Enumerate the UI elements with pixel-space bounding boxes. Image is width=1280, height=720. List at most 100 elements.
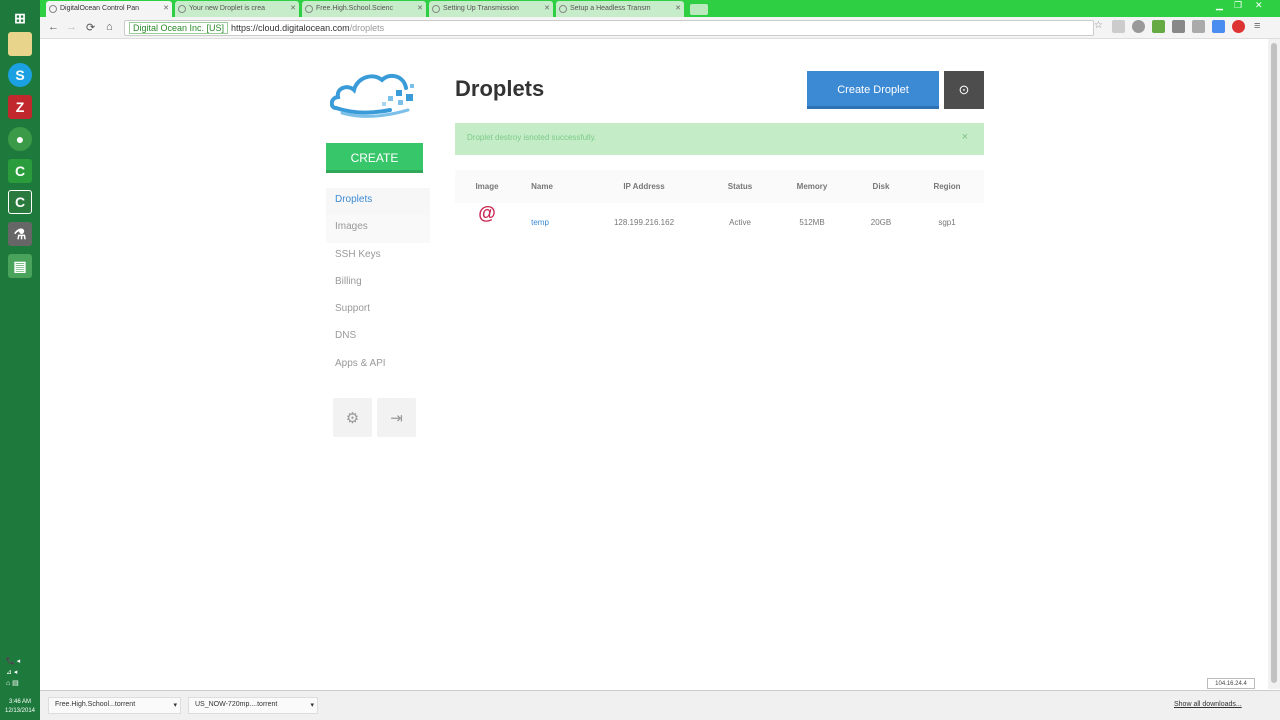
camtasia-recorder-icon[interactable]: C bbox=[8, 190, 32, 214]
header-status[interactable]: Status bbox=[728, 182, 752, 191]
create-button[interactable]: CREATE bbox=[326, 143, 423, 173]
back-icon[interactable]: ← bbox=[48, 21, 59, 33]
tab-headless-transmission[interactable]: Setup a Headless Transm ✕ bbox=[556, 1, 684, 17]
tab-gmail[interactable]: Your new Droplet is crea ✕ bbox=[175, 1, 299, 17]
close-tab-icon[interactable]: ✕ bbox=[417, 4, 423, 12]
menu-icon[interactable]: ≡ bbox=[1254, 20, 1267, 33]
sidebar-item-ssh-keys[interactable]: SSH Keys bbox=[326, 243, 430, 270]
clock: 3:46 AM 12/13/2014 bbox=[0, 698, 40, 716]
chevron-down-icon[interactable]: ▾ bbox=[173, 701, 177, 709]
digitalocean-favicon-icon bbox=[49, 5, 57, 13]
gear-icon: ⚙ bbox=[345, 409, 360, 427]
extension-icon[interactable] bbox=[1232, 20, 1245, 33]
tab-label: DigitalOcean Control Pan bbox=[60, 5, 139, 12]
sidebar-item-support[interactable]: Support bbox=[326, 297, 430, 324]
droplet-ip: 128.199.216.162 bbox=[613, 218, 675, 227]
browser-toolbar: ← → ⟳ ⌂ Digital Ocean Inc. [US] https://c… bbox=[40, 17, 1280, 39]
ev-certificate-badge[interactable]: Digital Ocean Inc. [US] bbox=[129, 22, 229, 34]
minimize-icon[interactable]: ▁ bbox=[1216, 0, 1223, 11]
header-name[interactable]: Name bbox=[531, 182, 553, 191]
extension-icon[interactable] bbox=[1132, 20, 1145, 33]
alert-message: Droplet destroy isnoted successfully. bbox=[467, 133, 597, 142]
droplets-table: Image Name IP Address Status Memory Disk… bbox=[455, 170, 984, 241]
clock-date: 12/13/2014 bbox=[4, 708, 36, 714]
new-tab-button[interactable] bbox=[690, 4, 708, 15]
gmail-favicon-icon bbox=[178, 5, 186, 13]
close-tab-icon[interactable]: ✕ bbox=[544, 4, 550, 12]
close-alert-icon[interactable]: × bbox=[962, 131, 968, 143]
extension-icon[interactable] bbox=[1152, 20, 1165, 33]
sidebar-item-images[interactable]: Images bbox=[326, 215, 430, 243]
create-droplet-button[interactable]: Create Droplet bbox=[807, 71, 939, 109]
extension-icon[interactable] bbox=[1172, 20, 1185, 33]
header-memory[interactable]: Memory bbox=[797, 182, 828, 191]
close-tab-icon[interactable]: ✕ bbox=[290, 4, 296, 12]
download-label: Free.High.School...torrent bbox=[55, 701, 136, 708]
header-ip[interactable]: IP Address bbox=[623, 182, 664, 191]
tab-transmission[interactable]: Setting Up Transmission ✕ bbox=[429, 1, 553, 17]
clock-time: 3:46 AM bbox=[8, 699, 31, 705]
camtasia-icon[interactable]: C bbox=[8, 159, 32, 183]
chrome-icon[interactable]: ● bbox=[8, 127, 32, 151]
digitalocean-logo[interactable] bbox=[329, 68, 420, 125]
droplet-disk: 20GB bbox=[870, 218, 892, 227]
chevron-down-icon[interactable]: ▾ bbox=[310, 701, 314, 709]
sidebar-nav: Droplets Images SSH Keys Billing Support… bbox=[326, 188, 430, 379]
address-bar[interactable]: Digital Ocean Inc. [US] https://cloud.dig… bbox=[124, 20, 1094, 36]
close-window-icon[interactable]: ✕ bbox=[1255, 0, 1263, 11]
explorer-icon[interactable] bbox=[8, 32, 32, 56]
droplet-region: sgp1 bbox=[938, 218, 956, 227]
page-favicon-icon bbox=[559, 5, 567, 13]
help-icon: ⊙ bbox=[958, 82, 970, 97]
download-item[interactable]: US_NOW-720mp....torrent ▾ bbox=[188, 697, 318, 714]
windows-start-icon[interactable]: ⊞ bbox=[8, 6, 32, 30]
forward-icon[interactable]: → bbox=[66, 21, 77, 33]
maximize-icon[interactable]: ❐ bbox=[1234, 0, 1242, 11]
page-favicon-icon bbox=[432, 5, 440, 13]
reload-icon[interactable]: ⟳ bbox=[86, 21, 95, 34]
filezilla-icon[interactable]: Z bbox=[8, 95, 32, 119]
browser-tab-strip: DigitalOcean Control Pan ✕ Your new Dropl… bbox=[40, 0, 1280, 17]
close-tab-icon[interactable]: ✕ bbox=[675, 4, 681, 12]
tab-free-high-school[interactable]: Free.High.School.Scienc ✕ bbox=[302, 1, 426, 17]
sidebar-item-apps-api[interactable]: Apps & API bbox=[326, 352, 430, 379]
header-region[interactable]: Region bbox=[933, 182, 960, 191]
droplet-memory: 512MB bbox=[799, 218, 825, 227]
logout-icon: ⇥ bbox=[390, 409, 403, 427]
show-all-downloads-link[interactable]: Show all downloads... bbox=[1174, 701, 1242, 708]
close-tab-icon[interactable]: ✕ bbox=[163, 4, 169, 12]
sidebar-item-dns[interactable]: DNS bbox=[326, 324, 430, 351]
download-label: US_NOW-720mp....torrent bbox=[195, 701, 278, 708]
extension-icon[interactable] bbox=[1192, 20, 1205, 33]
windows-taskbar: ⊞ S Z ● C C ⚗ ▤ 📞 ◂ ⊿ ◂ ⌂ ▤ 3:46 AM 12/13/2… bbox=[0, 0, 40, 720]
page-scrollbar[interactable] bbox=[1268, 39, 1280, 689]
skype-icon[interactable]: S bbox=[8, 63, 32, 87]
extension-icon[interactable] bbox=[1112, 20, 1125, 33]
page-title: Droplets bbox=[455, 76, 545, 101]
header-image[interactable]: Image bbox=[475, 182, 498, 191]
download-item[interactable]: Free.High.School...torrent ▾ bbox=[48, 697, 181, 714]
debian-icon: @ bbox=[478, 203, 496, 223]
logout-button[interactable]: ⇥ bbox=[377, 398, 416, 437]
status-ip: 104.16.24.4 bbox=[1207, 678, 1255, 689]
extension-icon[interactable] bbox=[1212, 20, 1225, 33]
help-button[interactable]: ⊙ bbox=[944, 71, 984, 109]
url-path: /droplets bbox=[349, 23, 385, 33]
scrollbar-thumb[interactable] bbox=[1271, 43, 1277, 683]
table-row[interactable]: @ temp 128.199.216.162 Active 512MB 20GB… bbox=[455, 203, 984, 241]
sidebar-item-billing[interactable]: Billing bbox=[326, 270, 430, 297]
url-host: https://cloud.digitalocean.com bbox=[231, 23, 350, 33]
app-icon[interactable]: ⚗ bbox=[8, 222, 32, 246]
sidebar-item-droplets[interactable]: Droplets bbox=[326, 188, 430, 216]
tab-label: Setup a Headless Transm bbox=[570, 5, 651, 12]
tab-label: Free.High.School.Scienc bbox=[316, 5, 394, 12]
header-disk[interactable]: Disk bbox=[873, 182, 890, 191]
settings-button[interactable]: ⚙ bbox=[333, 398, 372, 437]
app2-icon[interactable]: ▤ bbox=[8, 254, 32, 278]
success-alert: Droplet destroy isnoted successfully. × bbox=[455, 123, 984, 155]
bookmark-star-icon[interactable]: ☆ bbox=[1094, 20, 1107, 33]
home-icon[interactable]: ⌂ bbox=[106, 21, 113, 33]
droplet-name-link[interactable]: temp bbox=[531, 218, 549, 227]
tab-label: Setting Up Transmission bbox=[443, 5, 519, 12]
tab-digitalocean[interactable]: DigitalOcean Control Pan ✕ bbox=[46, 1, 172, 17]
